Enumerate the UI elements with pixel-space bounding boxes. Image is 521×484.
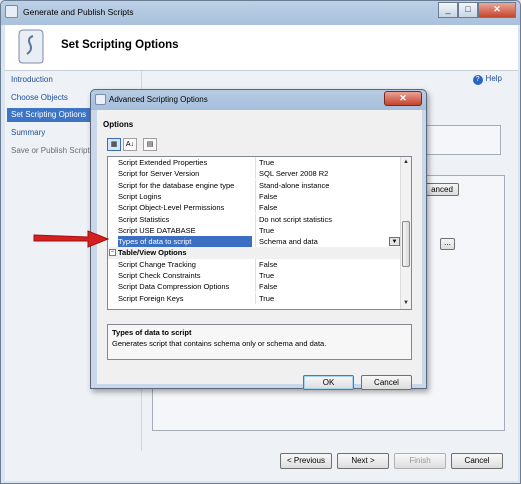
property-grid[interactable]: Script Extended Properties True Script fo… (107, 156, 412, 310)
property-row[interactable]: Script Check Constraints True (108, 270, 401, 281)
cancel-button[interactable]: Cancel (451, 453, 503, 469)
dropdown-arrow-icon[interactable]: ▼ (389, 237, 400, 247)
property-row[interactable]: Script Statistics Do not script statistic… (108, 213, 401, 225)
property-value: True (255, 224, 401, 236)
scroll-down-icon[interactable]: ▼ (401, 298, 411, 308)
property-row[interactable]: Script Extended Properties True (108, 157, 401, 168)
nav-item-introduction[interactable]: Introduction (7, 73, 139, 87)
property-value: False (255, 190, 401, 202)
help-link[interactable]: ? Help (472, 74, 502, 85)
property-value: True (255, 270, 401, 281)
description-title: Types of data to script (112, 328, 192, 337)
background-panel-top (424, 125, 501, 155)
property-name: Script for the database engine type (118, 180, 235, 190)
ok-button[interactable]: OK (303, 375, 354, 390)
advanced-button[interactable]: anced (425, 183, 459, 196)
vertical-scrollbar[interactable]: ▲ ▼ (400, 157, 411, 309)
next-button[interactable]: Next > (337, 453, 389, 469)
property-value: Do not script statistics (255, 213, 401, 225)
ellipsis-button[interactable]: ... (440, 238, 455, 250)
property-row[interactable]: Script for Server Version SQL Server 2008… (108, 168, 401, 180)
app-icon (5, 5, 18, 18)
property-value: Schema and data (255, 236, 401, 248)
property-name: Script Object-Level Permissions (118, 203, 225, 213)
script-scroll-icon (18, 29, 44, 64)
property-row[interactable]: Script Logins False (108, 190, 401, 202)
property-name: Script Foreign Keys (118, 293, 184, 303)
property-name: Script Check Constraints (118, 271, 201, 280)
property-name: Script Statistics (118, 214, 170, 224)
property-row[interactable]: Script USE DATABASE True (108, 224, 401, 236)
page-title: Set Scripting Options (61, 39, 179, 51)
property-name: Script Change Tracking (118, 259, 196, 269)
property-pages-icon[interactable]: ▤ (143, 138, 157, 151)
previous-button[interactable]: < Previous (280, 453, 332, 469)
alphabetical-sort-icon[interactable]: A↓ (123, 138, 137, 151)
property-row[interactable]: Script Data Compression Options False (108, 281, 401, 293)
maximize-button[interactable]: □ (458, 2, 478, 18)
finish-button: Finish (394, 453, 446, 469)
advanced-scripting-options-dialog: Advanced Scripting Options ✕ Options ▦ A… (90, 89, 427, 390)
dialog-close-button[interactable]: ✕ (384, 91, 422, 106)
property-value: Stand-alone instance (255, 179, 401, 191)
property-value: False (255, 202, 401, 214)
window-title: Generate and Publish Scripts (23, 7, 134, 17)
property-value: True (255, 157, 401, 168)
options-label: Options (103, 120, 134, 129)
dialog-cancel-button[interactable]: Cancel (361, 375, 412, 390)
red-arrow-annotation (33, 230, 110, 248)
property-name: Script for Server Version (118, 169, 200, 179)
wizard-header: Set Scripting Options (5, 25, 518, 71)
property-category[interactable]: − Table/View Options (108, 247, 401, 259)
property-name: Script Extended Properties (118, 158, 208, 167)
collapse-icon[interactable]: − (109, 249, 116, 257)
property-value: SQL Server 2008 R2 (255, 168, 401, 180)
property-name: Script Logins (118, 191, 162, 201)
category-name: Table/View Options (118, 248, 187, 258)
property-name: Script Data Compression Options (118, 282, 230, 292)
dialog-title: Advanced Scripting Options (109, 95, 208, 104)
property-row-selected[interactable]: Types of data to script Schema and data ▼ (108, 236, 401, 248)
minimize-button[interactable]: _ (438, 2, 458, 18)
property-value: False (255, 258, 401, 270)
help-label: Help (485, 74, 502, 83)
property-row[interactable]: Script Object-Level Permissions False (108, 202, 401, 214)
property-row[interactable]: Script Change Tracking False (108, 258, 401, 270)
description-panel: Types of data to script Generates script… (107, 324, 412, 360)
scroll-thumb[interactable] (402, 221, 410, 267)
close-button[interactable]: ✕ (478, 2, 516, 18)
property-row[interactable]: Script for the database engine type Stand… (108, 179, 401, 191)
dialog-icon (95, 94, 106, 105)
categorized-view-icon[interactable]: ▦ (107, 138, 121, 151)
help-icon: ? (472, 75, 483, 85)
description-text: Generates script that contains schema on… (112, 339, 327, 348)
dialog-body: Options ▦ A↓ ▤ Script Extended Propertie… (97, 110, 422, 390)
property-name: Script USE DATABASE (118, 225, 196, 235)
scroll-up-icon[interactable]: ▲ (401, 157, 411, 167)
property-row[interactable]: Script Foreign Keys True (108, 292, 401, 304)
title-bar: Generate and Publish Scripts _ □ ✕ (1, 1, 520, 23)
property-value: False (255, 281, 401, 293)
property-value: True (255, 292, 401, 304)
property-name: Types of data to script (118, 236, 252, 248)
